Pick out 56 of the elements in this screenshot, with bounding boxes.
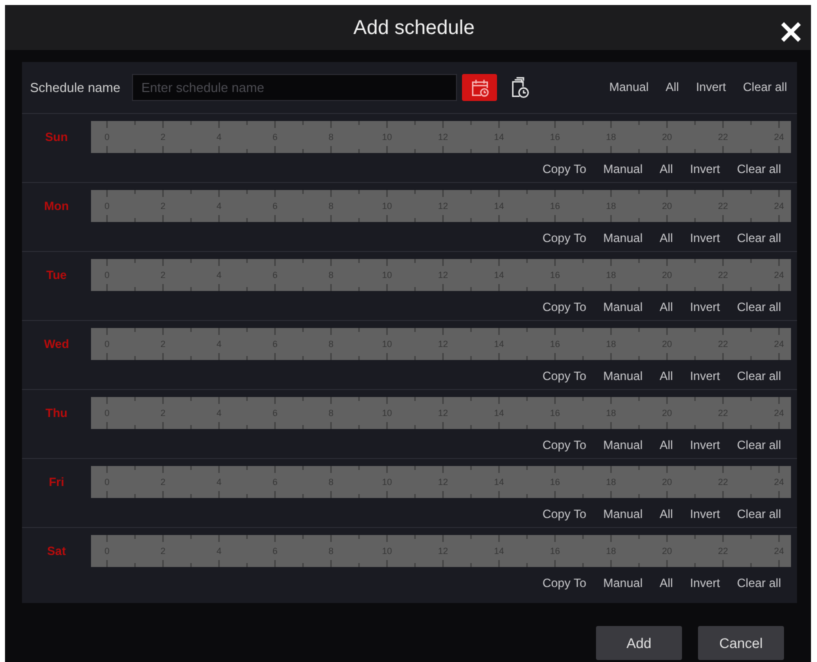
day-action-link[interactable]: Clear all — [736, 162, 781, 176]
day-label: Sat — [47, 544, 66, 558]
day-action-link[interactable]: Clear all — [736, 230, 781, 246]
day-action-link[interactable]: Manual — [603, 162, 643, 176]
day-action-link[interactable]: All — [660, 438, 673, 452]
day-action-link[interactable]: Copy To — [542, 162, 586, 176]
day-action-link[interactable]: Invert — [690, 576, 720, 590]
day-action-link[interactable]: Manual — [603, 300, 643, 314]
day-action-link[interactable]: Invert — [690, 230, 720, 246]
day-label: Tue — [46, 268, 67, 282]
day-action-link[interactable]: Invert — [690, 438, 720, 452]
day-label: Wed — [44, 337, 70, 351]
toolbar-action-link[interactable]: Manual — [609, 80, 649, 95]
day-action-link[interactable]: Clear all — [736, 300, 781, 314]
day-label: Mon — [44, 199, 69, 213]
day-label: Sun — [45, 130, 68, 144]
day-action-link[interactable]: Manual — [603, 368, 643, 384]
toolbar-action-link[interactable]: Invert — [696, 80, 726, 95]
day-action-link[interactable]: All — [660, 230, 673, 246]
day-action-link[interactable]: Clear all — [736, 438, 781, 452]
toolbar-action-link[interactable]: All — [666, 80, 679, 95]
toolbar-action-link[interactable]: Clear all — [742, 80, 787, 95]
day-action-link[interactable]: Clear all — [736, 576, 781, 590]
day-action-link[interactable]: Manual — [603, 506, 643, 522]
day-action-link[interactable]: Copy To — [542, 506, 586, 522]
day-action-link[interactable]: Manual — [603, 576, 643, 590]
day-action-link[interactable]: Invert — [690, 162, 720, 176]
document-clock-tool-button[interactable] — [509, 74, 532, 101]
day-action-link[interactable]: Copy To — [542, 368, 586, 384]
day-label: Thu — [46, 406, 68, 420]
day-action-link[interactable]: Copy To — [542, 230, 586, 246]
day-action-link[interactable]: All — [660, 506, 673, 522]
day-action-link[interactable]: Invert — [690, 300, 720, 314]
day-action-link[interactable]: Copy To — [542, 300, 586, 314]
day-action-link[interactable]: Manual — [603, 438, 643, 452]
add-button[interactable]: Add — [596, 626, 682, 660]
day-action-link[interactable]: All — [660, 576, 673, 590]
calendar-tool-button[interactable] — [462, 74, 498, 101]
day-action-link[interactable]: Invert — [690, 368, 720, 384]
day-label: Fri — [48, 475, 64, 489]
day-action-link[interactable]: Clear all — [736, 368, 781, 384]
cancel-button[interactable]: Cancel — [698, 626, 784, 660]
calendar-icon — [470, 78, 489, 96]
day-action-link[interactable]: All — [660, 162, 673, 176]
schedule-name-label: Schedule name — [30, 80, 120, 95]
window-title: Add schedule — [353, 16, 475, 40]
day-action-link[interactable]: Manual — [603, 230, 643, 246]
day-action-link[interactable]: All — [660, 368, 673, 384]
document-clock-icon — [512, 76, 529, 98]
day-action-link[interactable]: Invert — [690, 506, 720, 522]
day-action-link[interactable]: Copy To — [542, 438, 586, 452]
day-action-link[interactable]: Clear all — [736, 506, 781, 522]
schedule-name-field[interactable]: Enter schedule name — [132, 74, 458, 101]
day-action-link[interactable]: Copy To — [542, 576, 586, 590]
close-icon[interactable] — [781, 22, 801, 42]
day-action-link[interactable]: All — [660, 300, 673, 314]
